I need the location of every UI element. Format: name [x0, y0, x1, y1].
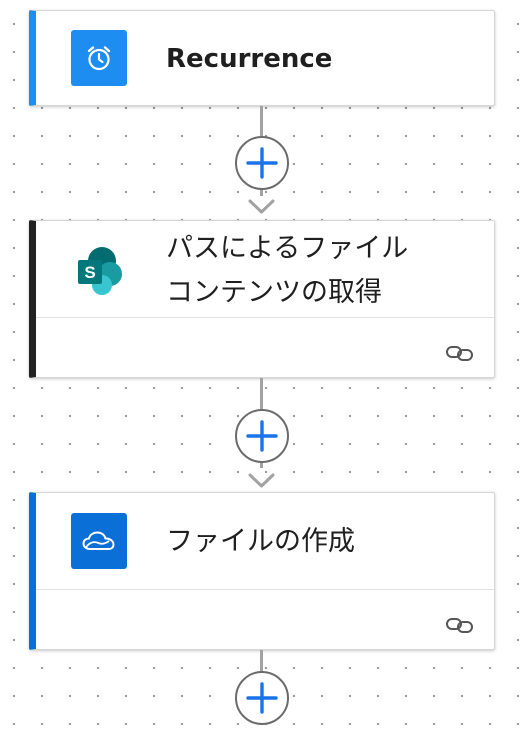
sharepoint-icon: S — [71, 243, 127, 299]
card-footer — [36, 589, 494, 649]
svg-text:S: S — [84, 263, 95, 282]
link-icon[interactable] — [444, 341, 476, 363]
link-icon[interactable] — [444, 613, 476, 635]
connector-line — [260, 650, 263, 672]
arrow-down-icon — [248, 473, 275, 488]
card-footer — [36, 317, 494, 377]
onedrive-icon — [71, 513, 127, 569]
add-step-button[interactable] — [235, 671, 289, 725]
arrow-down-icon — [248, 199, 275, 214]
step-title-line2: コンテンツの取得 — [166, 277, 382, 308]
step-title: ファイルの作成 — [166, 526, 355, 557]
plus-icon — [246, 420, 278, 452]
step-card-get-file-content[interactable]: S パスによるファイル コンテンツの取得 — [29, 220, 495, 378]
step-card-create-file[interactable]: ファイルの作成 — [29, 492, 495, 650]
plus-icon — [246, 682, 278, 714]
step-title: Recurrence — [166, 44, 333, 74]
alarm-clock-icon — [71, 30, 127, 86]
add-step-button[interactable] — [235, 136, 289, 190]
step-card-recurrence[interactable]: Recurrence — [29, 10, 495, 106]
step-title-line1: パスによるファイル — [166, 233, 409, 264]
add-step-button[interactable] — [235, 409, 289, 463]
plus-icon — [246, 147, 278, 179]
